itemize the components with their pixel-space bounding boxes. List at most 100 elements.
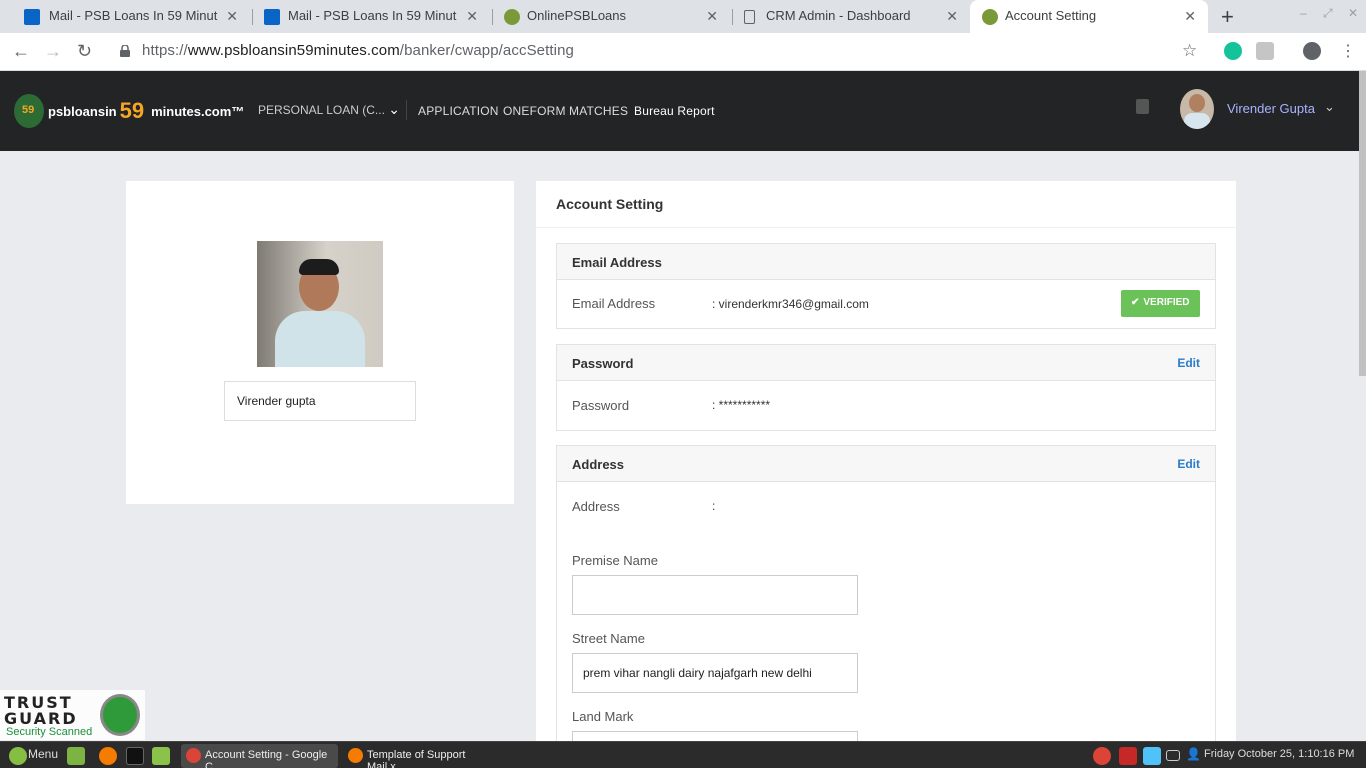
street-name-input[interactable]: prem vihar nangli dairy najafgarh new de… xyxy=(572,653,858,693)
loan-type-dropdown[interactable]: PERSONAL LOAN (C... ⌄ xyxy=(258,101,400,118)
avatar-face xyxy=(1189,94,1205,112)
firefox-icon xyxy=(348,748,363,763)
divider xyxy=(536,227,1236,228)
shield-extension-icon[interactable] xyxy=(1256,42,1274,60)
show-desktop-icon[interactable] xyxy=(67,747,85,765)
files-icon[interactable] xyxy=(152,747,170,765)
account-icon[interactable] xyxy=(1303,42,1321,60)
panel-header: Password Edit xyxy=(557,345,1215,381)
close-icon[interactable]: ✕ xyxy=(466,8,478,25)
profile-card: Virender gupta xyxy=(126,181,514,504)
avatar[interactable] xyxy=(1180,89,1214,129)
profile-photo[interactable] xyxy=(257,241,383,367)
calculator-icon[interactable] xyxy=(1136,99,1149,114)
terminal-icon[interactable] xyxy=(126,747,144,765)
panel-title: Email Address xyxy=(572,255,662,270)
verified-badge: ✔ VERIFIED xyxy=(1121,290,1200,317)
trust-guard-seal[interactable]: TRUST GUARD Security Scanned xyxy=(0,690,145,740)
profile-name-field[interactable]: Virender gupta xyxy=(224,381,416,421)
account-setting-card: Account Setting Email Address Email Addr… xyxy=(536,181,1236,768)
window-title: Template of Support Mail.x... xyxy=(367,749,466,768)
user-name[interactable]: Virender Gupta xyxy=(1227,101,1315,116)
skype-tray-icon[interactable] xyxy=(1143,747,1161,765)
taskbar-window-chrome[interactable]: Account Setting - Google C... xyxy=(181,744,338,768)
chevron-down-icon: ⌄ xyxy=(388,101,400,117)
browser-tabstrip: Mail - PSB Loans In 59 Minut ✕ Mail - PS… xyxy=(0,0,1366,33)
tab-separator xyxy=(492,9,493,25)
page-icon xyxy=(744,10,755,24)
firefox-icon[interactable] xyxy=(99,747,117,765)
tab-separator xyxy=(732,9,733,25)
psb-icon xyxy=(504,9,520,25)
nav-oneform[interactable]: ONEFORM xyxy=(503,104,566,118)
premise-name-label: Premise Name xyxy=(572,553,658,568)
close-icon[interactable]: ✕ xyxy=(1184,8,1196,25)
browser-tab[interactable]: Mail - PSB Loans In 59 Minut ✕ xyxy=(0,0,250,33)
premise-name-input[interactable] xyxy=(572,575,858,615)
logo-badge: 59 xyxy=(14,94,44,128)
tab-title: OnlinePSBLoans xyxy=(527,8,627,23)
chrome-icon xyxy=(186,748,201,763)
security-tray-icon[interactable] xyxy=(1119,747,1137,765)
outlook-icon xyxy=(264,9,280,25)
lock-icon xyxy=(120,45,130,57)
more-menu-icon[interactable]: ⋮ xyxy=(1340,41,1356,61)
edit-address-link[interactable]: Edit xyxy=(1177,457,1200,471)
address-bar[interactable]: https://www.psbloansin59minutes.com/bank… xyxy=(142,42,574,59)
panel-header: Address Edit xyxy=(557,446,1215,482)
url-prefix: https:// xyxy=(142,42,188,59)
verified-label: VERIFIED xyxy=(1143,297,1190,308)
password-value: : *********** xyxy=(712,398,771,412)
new-tab-icon[interactable]: + xyxy=(1221,4,1234,30)
nav-application[interactable]: APPLICATION xyxy=(418,104,499,118)
email-label: Email Address xyxy=(572,296,656,311)
close-icon[interactable]: ✕ xyxy=(226,8,238,25)
chrome-tray-icon[interactable] xyxy=(1093,747,1111,765)
chevron-down-icon[interactable]: ⌄ xyxy=(1324,99,1335,115)
forward-icon[interactable]: → xyxy=(44,41,62,62)
browser-tab-active[interactable]: Account Setting ✕ xyxy=(970,0,1208,33)
browser-toolbar: ← → ↻ https://www.psbloansin59minutes.co… xyxy=(0,33,1366,71)
close-icon[interactable]: ✕ xyxy=(946,8,958,25)
bookmark-star-icon[interactable]: ☆ xyxy=(1182,41,1197,61)
tab-separator xyxy=(252,9,253,25)
mint-menu-icon[interactable] xyxy=(9,747,27,765)
taskbar-window-mail[interactable]: Template of Support Mail.x... xyxy=(343,744,500,768)
notifications-icon[interactable] xyxy=(1166,750,1180,761)
user-icon[interactable]: 👤 xyxy=(1186,747,1201,761)
nav-matches[interactable]: MATCHES xyxy=(569,104,628,118)
window-close-icon[interactable]: ✕ xyxy=(1348,6,1358,20)
logo-59: 59 xyxy=(119,98,145,123)
tab-title: Mail - PSB Loans In 59 Minut xyxy=(288,8,457,23)
browser-tab[interactable]: Mail - PSB Loans In 59 Minut ✕ xyxy=(254,0,490,33)
check-icon: ✔ xyxy=(1131,297,1140,308)
grammarly-icon[interactable] xyxy=(1224,42,1242,60)
email-value: : virenderkmr346@gmail.com xyxy=(712,297,869,311)
outlook-icon xyxy=(24,9,40,25)
menu-label[interactable]: Menu xyxy=(28,747,58,761)
url-path: /banker/cwapp/accSetting xyxy=(399,42,574,59)
nav-bureau-report[interactable]: Bureau Report xyxy=(634,104,715,118)
browser-tab[interactable]: CRM Admin - Dashboard ✕ xyxy=(734,0,970,33)
close-icon[interactable]: ✕ xyxy=(706,8,718,25)
reload-icon[interactable]: ↻ xyxy=(77,41,92,62)
address-label: Address xyxy=(572,499,620,514)
minimize-icon[interactable]: – xyxy=(1300,6,1307,20)
landmark-label: Land Mark xyxy=(572,709,634,724)
panel-title: Address xyxy=(572,457,625,472)
site-logo[interactable]: 59 psbloansin 59 minutes.com™ xyxy=(14,91,244,131)
back-icon[interactable]: ← xyxy=(12,41,30,62)
page-scrollbar[interactable] xyxy=(1359,71,1366,376)
tab-title: CRM Admin - Dashboard xyxy=(766,8,911,23)
browser-tab[interactable]: OnlinePSBLoans ✕ xyxy=(494,0,730,33)
clock[interactable]: Friday October 25, 1:10:16 PM xyxy=(1204,748,1354,760)
maximize-icon[interactable]: ⤢ xyxy=(1323,6,1333,21)
password-label: Password xyxy=(572,398,630,413)
window-title: Account Setting - Google C... xyxy=(205,749,328,768)
photo-shirt xyxy=(275,311,365,367)
edit-password-link[interactable]: Edit xyxy=(1177,356,1200,370)
tab-title: Account Setting xyxy=(1005,8,1097,23)
psb-icon xyxy=(982,9,998,25)
address-panel: Address Edit Address : Premise Name Stre… xyxy=(556,445,1216,768)
shield-icon xyxy=(100,694,140,736)
